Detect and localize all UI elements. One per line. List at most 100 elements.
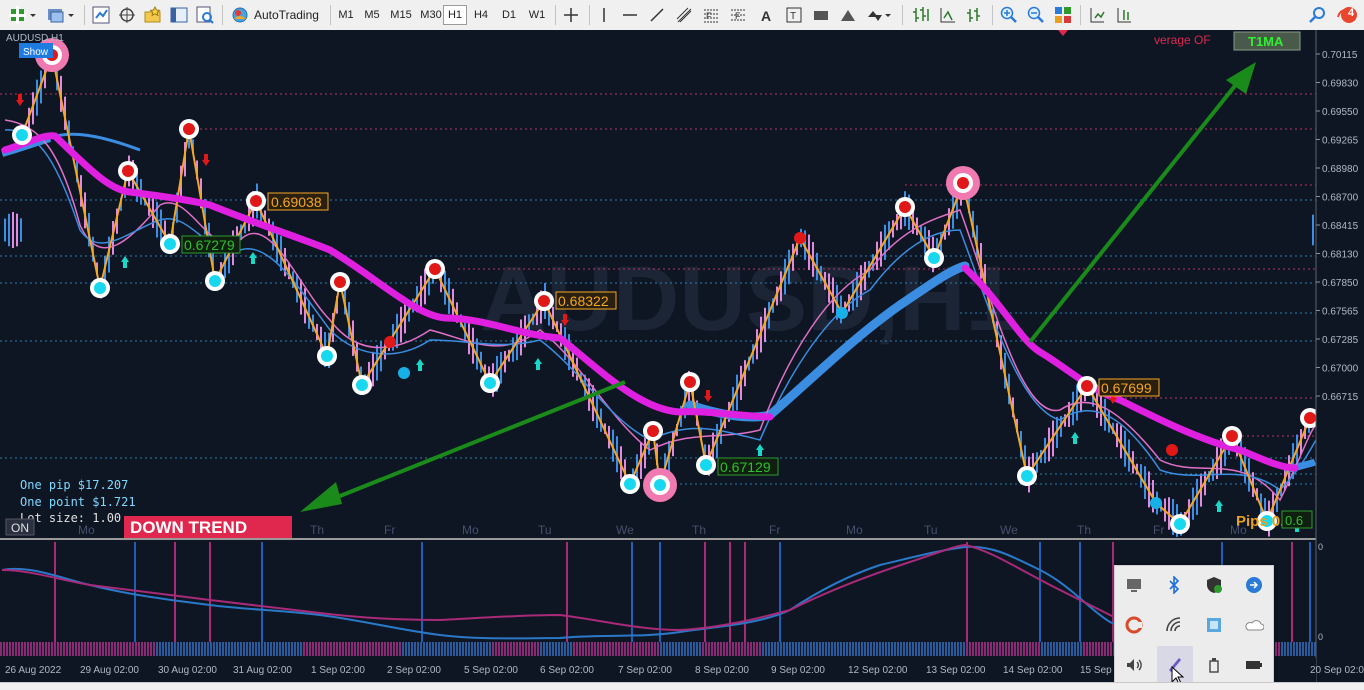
arrows-button[interactable] [864, 4, 894, 26]
histogram-cell [438, 642, 440, 656]
toolbar: AutoTrading M1 M5 M15 M30 H1 H4 D1 W1 F … [0, 0, 1364, 31]
histogram-cell [681, 642, 683, 656]
network-tray-item[interactable] [1201, 612, 1227, 638]
histogram-cell [993, 642, 995, 656]
high-pivot-dot [1081, 380, 1093, 392]
bluetooth-tray-item[interactable] [1161, 572, 1187, 598]
histogram-cell [936, 642, 938, 656]
profiles-button[interactable] [44, 4, 78, 26]
histogram-cell [948, 642, 950, 656]
display-tray-item[interactable] [1121, 572, 1147, 598]
show-button[interactable]: Show [19, 43, 53, 58]
strategy-tester-button[interactable] [194, 4, 216, 26]
high-pivot-dot [684, 376, 696, 388]
fibonacci-button[interactable]: F [701, 4, 721, 26]
candle-chart-button[interactable] [937, 4, 959, 26]
day-label: Fr [384, 523, 395, 537]
tf-m15[interactable]: M15 [387, 5, 415, 25]
label-button[interactable]: T [784, 4, 804, 26]
histogram-cell [678, 642, 680, 656]
zoom-out-button[interactable] [1025, 4, 1047, 26]
histogram-cell [177, 642, 179, 656]
histogram-cell [987, 642, 989, 656]
histogram-cell [915, 642, 917, 656]
tf-d1[interactable]: D1 [498, 5, 520, 25]
bar-chart-button[interactable] [910, 4, 932, 26]
battery-tray-item[interactable] [1241, 652, 1267, 678]
rectangle-button[interactable] [811, 4, 831, 26]
histogram-cell [537, 642, 539, 656]
histogram-cell [363, 642, 365, 656]
tf-m1[interactable]: M1 [335, 5, 357, 25]
channel-button[interactable] [674, 4, 694, 26]
histogram-cell [1029, 642, 1031, 656]
histogram-cell [807, 642, 809, 656]
buy-arrow-icon [1071, 432, 1079, 444]
histogram-cell [198, 642, 200, 656]
tf-w1[interactable]: W1 [526, 5, 548, 25]
crosshair-nav-button[interactable] [116, 4, 138, 26]
zoom-in-button[interactable] [998, 4, 1020, 26]
onedrive-tray-item[interactable] [1241, 612, 1267, 638]
app-icon [1125, 616, 1143, 634]
histogram-cell [342, 642, 344, 656]
text-button[interactable]: A [757, 4, 777, 26]
app-tray-item[interactable] [1121, 612, 1147, 638]
histogram-cell [1065, 642, 1067, 656]
wifi-tray-item[interactable] [1161, 612, 1187, 638]
autoscroll-button[interactable] [1086, 4, 1108, 26]
horizontal-line-button[interactable] [620, 4, 640, 26]
histogram-cell [399, 642, 401, 656]
search-button[interactable] [1306, 4, 1328, 26]
trend-badge: DOWN TREND [124, 516, 292, 538]
histogram-cell [963, 642, 965, 656]
down-arrow-head [300, 482, 342, 512]
favorites-button[interactable] [142, 4, 164, 26]
trendline-button[interactable] [647, 4, 667, 26]
histogram-cell [108, 642, 110, 656]
histogram-cell [996, 642, 998, 656]
histogram-cell [627, 642, 629, 656]
histogram-cell [639, 642, 641, 656]
tf-h1[interactable]: H1 [443, 5, 467, 25]
tf-h4[interactable]: H4 [470, 5, 492, 25]
histogram-cell [966, 642, 968, 656]
histogram-cell [951, 642, 953, 656]
histogram-cell [240, 642, 242, 656]
market-watch-button[interactable] [90, 4, 112, 26]
day-label: Tu [924, 523, 938, 537]
histogram-cell [1050, 642, 1052, 656]
signal-dot [384, 336, 396, 348]
crosshair-button[interactable] [561, 4, 581, 26]
histogram-cell [114, 642, 116, 656]
histogram-cell [990, 642, 992, 656]
on-toggle[interactable]: ON [5, 518, 35, 536]
triangle-button[interactable] [838, 4, 858, 26]
tf-m5[interactable]: M5 [361, 5, 383, 25]
fib-fan-button[interactable]: F [728, 4, 748, 26]
vertical-line-button[interactable] [594, 4, 614, 26]
line-chart-button[interactable] [964, 4, 986, 26]
update-tray-item[interactable] [1241, 572, 1267, 598]
histogram-cell [528, 642, 530, 656]
terminal-button[interactable] [168, 4, 190, 26]
sell-arrow-icon [704, 390, 712, 402]
tf-m30[interactable]: M30 [417, 5, 445, 25]
usb-tray-item[interactable] [1201, 652, 1227, 678]
chart-shift-button[interactable] [1113, 4, 1135, 26]
new-chart-button[interactable] [6, 4, 40, 26]
speaker-tray-item[interactable] [1121, 652, 1147, 678]
autotrading-button[interactable]: AutoTrading [230, 4, 326, 26]
histogram-cell [333, 642, 335, 656]
security-tray-item[interactable] [1201, 572, 1227, 598]
channel-icon [676, 7, 692, 23]
histogram-cell [288, 642, 290, 656]
tester-icon [196, 6, 214, 24]
tile-windows-button[interactable] [1052, 4, 1074, 26]
histogram-cell [60, 642, 62, 656]
navigator-icon [119, 7, 135, 23]
histogram-cell [393, 642, 395, 656]
notifications-button[interactable]: 4 [1334, 4, 1360, 26]
t1ma-badge: T1MA [1233, 31, 1301, 51]
histogram-cell [357, 642, 359, 656]
